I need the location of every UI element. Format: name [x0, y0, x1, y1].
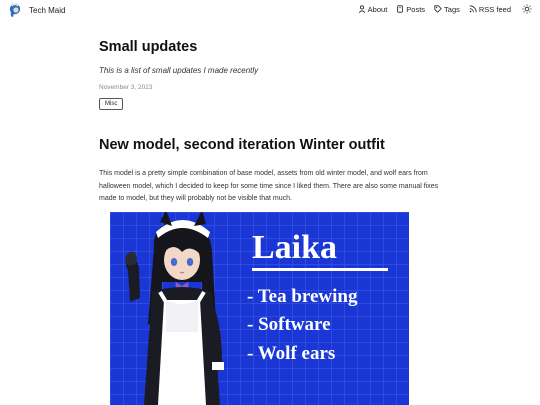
nav-posts-label: Posts — [406, 4, 426, 14]
banner-line-ears: - Wolf ears — [247, 343, 335, 364]
sun-icon — [522, 4, 532, 14]
banner-line-tea: - Tea brewing — [247, 286, 358, 307]
site-header: Tech Maid About Posts Tags RSS feed — [0, 0, 540, 22]
banner-title: Laika — [252, 229, 337, 266]
banner-underline — [252, 268, 388, 271]
page-title: Small updates — [99, 39, 198, 55]
main-nav: About Posts Tags RSS feed — [358, 4, 532, 14]
nav-tags-label: Tags — [444, 4, 460, 14]
section-heading: New model, second iteration Winter outfi… — [99, 137, 385, 153]
nav-rss-label: RSS feed — [478, 4, 511, 14]
brand-link[interactable]: Tech Maid — [8, 3, 65, 18]
nav-tags[interactable]: Tags — [434, 5, 460, 14]
book-icon — [397, 5, 404, 13]
nav-about-label: About — [367, 4, 388, 14]
post-image: Laika - Tea brewing - Software - Wolf ea… — [110, 212, 409, 405]
nav-posts[interactable]: Posts — [396, 5, 425, 14]
banner-line-software: - Software — [247, 314, 331, 335]
maid-logo-icon — [9, 3, 21, 17]
post-header: Small updates This is a list of small up… — [99, 38, 444, 110]
brand-name: Tech Maid — [29, 6, 66, 15]
section-body: This model is a pretty simple combinatio… — [99, 170, 439, 203]
theme-toggle-button[interactable] — [522, 4, 532, 14]
post-date: November 3, 2023 — [99, 84, 153, 91]
tag-misc[interactable]: Misc — [99, 98, 124, 110]
page-description: This is a list of small updates I made r… — [99, 66, 259, 75]
user-icon — [358, 5, 365, 13]
tag-icon — [434, 5, 442, 13]
nav-rss[interactable]: RSS feed — [469, 5, 511, 14]
laika-banner: Laika - Tea brewing - Software - Wolf ea… — [110, 212, 409, 405]
nav-about[interactable]: About — [358, 4, 388, 14]
rss-icon — [469, 5, 477, 13]
